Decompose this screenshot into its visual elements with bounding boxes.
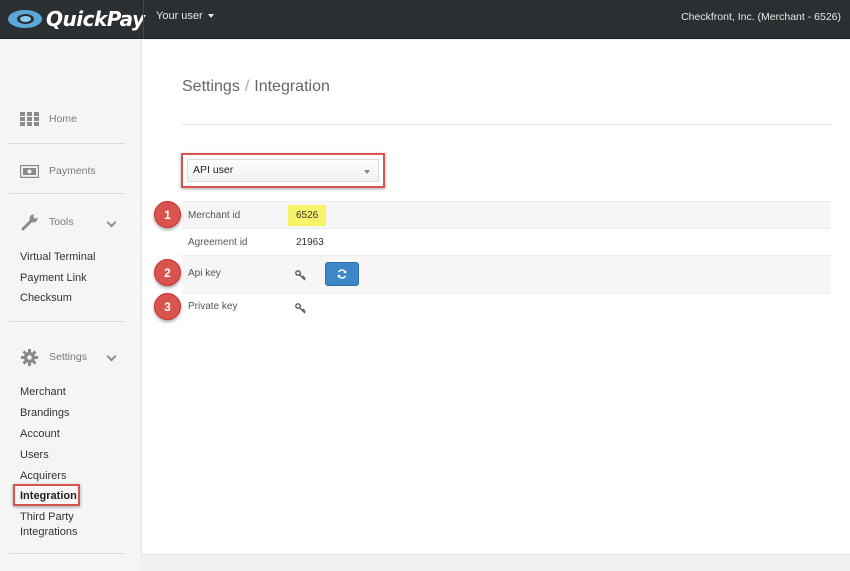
sidebar-link-users[interactable]: Users: [20, 449, 49, 461]
private-key-label: Private key: [188, 301, 238, 312]
sidebar-divider: [9, 143, 125, 144]
sidebar-divider: [9, 321, 125, 322]
sidebar-section-settings[interactable]: Settings: [20, 348, 87, 366]
step-badge-3: 3: [154, 293, 181, 320]
merchant-id-label: Merchant id: [188, 210, 241, 221]
breadcrumb: Settings / Integration: [182, 78, 330, 96]
logo-text: QuickPay: [46, 7, 145, 31]
agreement-id-label: Agreement id: [188, 237, 248, 248]
step-badge-1: 1: [154, 201, 181, 228]
sidebar-item-home[interactable]: Home: [20, 112, 77, 126]
sidebar-link-acquirers[interactable]: Acquirers: [20, 470, 66, 482]
sidebar-link-virtual-terminal[interactable]: Virtual Terminal: [20, 251, 95, 263]
refresh-icon: [337, 269, 347, 279]
sidebar-link-merchant[interactable]: Merchant: [20, 386, 66, 398]
sidebar-link-brandings[interactable]: Brandings: [20, 407, 70, 419]
sidebar-link-account[interactable]: Account: [20, 428, 60, 440]
sidebar-divider: [9, 553, 125, 554]
agreement-id-row: Agreement id 21963: [182, 229, 831, 256]
breadcrumb-separator: /: [244, 78, 250, 95]
sidebar-link-payment-link[interactable]: Payment Link: [20, 272, 87, 284]
api-user-select[interactable]: API user: [187, 159, 379, 182]
breadcrumb-current: Integration: [254, 78, 330, 95]
api-key-row: Api key: [182, 256, 831, 293]
logo-icon: [8, 10, 42, 28]
chevron-down-icon[interactable]: [106, 351, 117, 362]
merchant-id-row: Merchant id 6526: [182, 202, 831, 229]
sidebar-section-settings-label: Settings: [49, 351, 87, 363]
api-user-select-value: API user: [193, 164, 234, 176]
user-select-highlight-box: API user: [181, 153, 385, 188]
dropdown-arrow-icon: [364, 170, 370, 174]
sidebar-item-home-label: Home: [49, 113, 78, 125]
refresh-api-key-button[interactable]: [325, 262, 359, 286]
private-key-row: Private key: [182, 294, 831, 321]
integration-highlight-box: [13, 484, 80, 506]
user-menu-dropdown[interactable]: Your user: [156, 10, 214, 22]
caret-down-icon: [207, 14, 214, 18]
sidebar-item-payments-label: Payments: [49, 165, 96, 177]
step-badge-2: 2: [154, 259, 181, 286]
gear-icon: [20, 348, 39, 366]
chevron-down-icon[interactable]: [106, 217, 117, 228]
sidebar-section-tools[interactable]: Tools: [20, 214, 74, 231]
sidebar-section-tools-label: Tools: [49, 216, 74, 228]
title-divider: [182, 124, 831, 125]
sidebar-divider: [9, 193, 125, 194]
wrench-icon: [20, 214, 39, 231]
merchant-id-value: 6526: [288, 205, 327, 226]
key-icon[interactable]: [295, 268, 306, 286]
sidebar-item-payments[interactable]: Payments: [20, 164, 96, 178]
sidebar-link-integrations[interactable]: Integrations: [20, 526, 77, 538]
api-key-label: Api key: [188, 268, 221, 279]
banknote-icon: [20, 164, 39, 178]
top-bar: QuickPay Your user Checkfront, Inc. (Mer…: [0, 0, 850, 39]
topbar-divider: [143, 0, 144, 39]
agreement-id-value: 21963: [296, 237, 324, 248]
main-panel: Settings / Integration API user Merchant…: [141, 40, 850, 555]
sidebar-link-third-party[interactable]: Third Party: [20, 511, 74, 523]
quickpay-logo[interactable]: QuickPay: [8, 6, 145, 32]
grid-icon: [20, 112, 39, 126]
breadcrumb-parent[interactable]: Settings: [182, 78, 240, 96]
sidebar-link-checksum[interactable]: Checksum: [20, 292, 72, 304]
merchant-info: Checkfront, Inc. (Merchant - 6526): [681, 11, 841, 23]
key-icon[interactable]: [295, 301, 306, 319]
user-menu-label: Your user: [156, 10, 203, 22]
